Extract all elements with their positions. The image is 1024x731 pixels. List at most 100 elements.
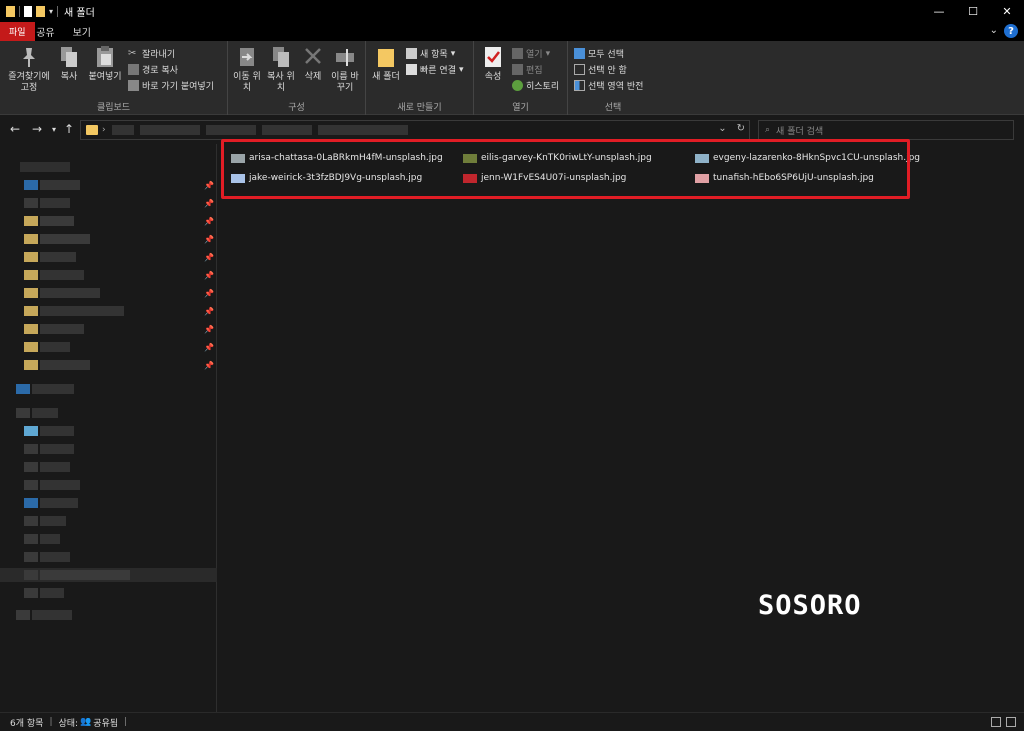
sidebar-item[interactable]: 📌 — [0, 178, 217, 192]
organize-group: 이동 위치 복사 위치 삭제 이름 바꾸기 구성 — [228, 41, 366, 115]
close-button[interactable]: ✕ — [990, 0, 1024, 22]
sidebar-item[interactable] — [0, 532, 217, 546]
sidebar-item[interactable]: 📌 — [0, 214, 217, 228]
invert-selection-button[interactable]: 선택 영역 반전 — [574, 79, 643, 92]
pin-icon: 📌 — [204, 199, 214, 208]
cut-button[interactable]: ✂ 잘라내기 — [128, 47, 175, 60]
chevron-down-icon: ▾ — [450, 48, 456, 59]
blurred-path — [139, 125, 200, 135]
delete-icon — [305, 48, 321, 64]
sidebar-item[interactable] — [0, 424, 217, 438]
toolbar-divider — [19, 5, 20, 17]
help-icon[interactable]: ? — [1004, 24, 1018, 38]
chevron-down-icon[interactable]: ⌄ — [990, 25, 998, 36]
view-switcher — [991, 717, 1016, 727]
edit-button[interactable]: 편집 — [512, 63, 543, 76]
sidebar-item[interactable]: 📌 — [0, 358, 217, 372]
details-view-icon[interactable] — [991, 717, 1001, 727]
select-none-icon — [574, 64, 585, 75]
sidebar-item[interactable] — [0, 382, 217, 396]
pin-icon: 📌 — [204, 271, 214, 280]
paste-button[interactable]: 붙여넣기 — [86, 45, 124, 83]
sidebar-item[interactable]: 📌 — [0, 304, 217, 318]
refresh-icon[interactable]: ↻ — [737, 123, 745, 134]
properties-label: 속성 — [484, 72, 502, 82]
new-folder-button[interactable]: 새 폴더 — [372, 45, 400, 83]
sidebar-item[interactable] — [0, 496, 217, 510]
blurred-path — [205, 125, 256, 135]
select-group-label: 선택 — [604, 103, 622, 113]
sidebar-item[interactable]: 📌 — [0, 268, 217, 282]
chevron-down-icon[interactable]: ▾ — [49, 7, 53, 16]
properties-button[interactable]: 속성 — [478, 45, 508, 83]
new-item-button[interactable]: 새 항목 ▾ — [406, 47, 455, 60]
paste-shortcut-button[interactable]: 바로 가기 붙여넣기 — [128, 79, 214, 92]
forward-arrow-icon[interactable]: → — [32, 122, 42, 136]
pin-icon: 📌 — [204, 235, 214, 244]
invert-selection-icon — [574, 80, 585, 91]
pin-icon: 📌 — [204, 361, 214, 370]
sidebar-item[interactable] — [0, 460, 217, 474]
sidebar-item[interactable]: 📌 — [0, 286, 217, 300]
easy-access-button[interactable]: 빠른 연결 ▾ — [406, 63, 464, 76]
sidebar-item-selected[interactable] — [0, 568, 217, 582]
sidebar-item[interactable] — [0, 608, 217, 622]
blurred-path — [261, 125, 312, 135]
up-arrow-icon[interactable]: ↑ — [64, 122, 74, 136]
back-arrow-icon[interactable]: ← — [10, 122, 20, 136]
sidebar-item[interactable] — [0, 442, 217, 456]
select-all-button[interactable]: 모두 선택 — [574, 47, 624, 60]
paste-shortcut-label: 바로 가기 붙여넣기 — [142, 82, 214, 92]
sidebar-item[interactable]: 📌 — [0, 232, 217, 246]
tab-view[interactable]: 보기 — [64, 22, 100, 41]
open-button[interactable]: 열기 ▾ — [512, 47, 550, 60]
folder-icon — [6, 5, 15, 17]
copy-button[interactable]: 복사 — [56, 45, 82, 83]
sidebar-item[interactable] — [0, 160, 80, 174]
sidebar-item[interactable]: 📌 — [0, 250, 217, 264]
move-to-label: 이동 위치 — [233, 72, 261, 93]
paste-label: 붙여넣기 — [88, 72, 122, 82]
history-button[interactable]: 히스토리 — [512, 79, 559, 92]
clipboard-group-label: 클립보드 — [96, 103, 131, 113]
quick-access-toolbar: ▾ — [0, 5, 59, 17]
tab-file[interactable]: 파일 — [0, 22, 35, 41]
search-placeholder: 새 폴더 검색 — [776, 126, 824, 137]
sidebar-item[interactable] — [0, 586, 217, 600]
open-group: 속성 열기 ▾ 편집 히스토리 열기 — [474, 41, 568, 115]
address-bar[interactable]: › ⌄ ↻ — [80, 120, 750, 140]
pin-to-quick-access-button[interactable]: 즐겨찾기에 고정 — [6, 45, 52, 94]
sidebar-item[interactable] — [0, 478, 217, 492]
select-none-label: 선택 안 함 — [588, 66, 627, 76]
pin-icon: 📌 — [204, 343, 214, 352]
select-none-button[interactable]: 선택 안 함 — [574, 63, 627, 76]
paste-icon — [97, 46, 113, 67]
pin-icon: 📌 — [204, 289, 214, 298]
sidebar-item[interactable]: 📌 — [0, 196, 217, 210]
move-to-button[interactable]: 이동 위치 — [232, 45, 262, 94]
organize-group-label: 구성 — [288, 103, 305, 113]
properties-icon[interactable] — [24, 5, 32, 17]
sidebar-item[interactable]: 📌 — [0, 340, 217, 354]
rename-button[interactable]: 이름 바꾸기 — [330, 45, 360, 94]
copy-to-button[interactable]: 복사 위치 — [266, 45, 296, 94]
sidebar-item[interactable] — [0, 406, 217, 420]
minimize-button[interactable]: — — [922, 0, 956, 22]
rename-label: 이름 바꾸기 — [331, 72, 359, 93]
delete-button[interactable]: 삭제 — [300, 45, 326, 83]
clipboard-group: 즐겨찾기에 고정 복사 붙여넣기 ✂ 잘라내기 경로 복사 바로 가기 붙여넣기… — [0, 41, 228, 115]
properties-icon — [485, 47, 501, 67]
sidebar-item[interactable] — [0, 550, 217, 564]
new-folder-label: 새 폴더 — [372, 72, 400, 82]
copy-path-button[interactable]: 경로 복사 — [128, 63, 178, 76]
large-icons-view-icon[interactable] — [1006, 717, 1016, 727]
maximize-button[interactable]: ☐ — [956, 0, 990, 22]
sidebar-item[interactable]: 📌 — [0, 322, 217, 336]
chevron-down-icon[interactable]: ⌄ — [718, 123, 726, 134]
file-list — [218, 144, 1024, 712]
search-input[interactable]: ⌕ 새 폴더 검색 — [758, 120, 1014, 140]
sidebar-item[interactable] — [0, 514, 217, 528]
address-actions: ⌄ ↻ — [718, 123, 745, 134]
chevron-down-icon[interactable]: ▾ — [52, 125, 56, 134]
new-folder-icon[interactable] — [36, 5, 45, 17]
